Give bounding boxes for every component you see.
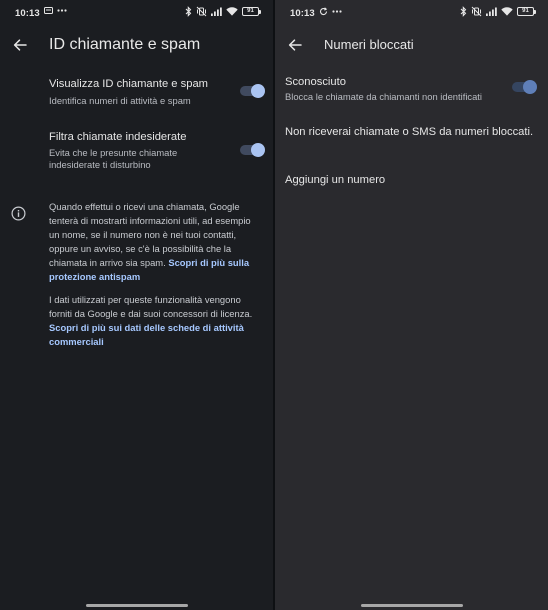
caller-id-spam-screen: 10:13 91 ID chiamante e spam Visualizza …: [0, 0, 273, 610]
setting-title: Visualizza ID chiamante e spam: [49, 78, 208, 90]
info-text: I dati utilizzati per queste funzionalit…: [49, 294, 253, 319]
home-handle[interactable]: [85, 604, 188, 607]
vibrate-off-icon: [471, 6, 482, 17]
setting-subtitle: Evita che le presunte chiamate indesider…: [49, 147, 178, 170]
sync-icon: [319, 7, 328, 16]
toggle-knob: [523, 80, 537, 94]
wifi-icon: [501, 7, 513, 16]
info-icon: [11, 206, 26, 221]
back-arrow-icon: [13, 39, 27, 51]
more-icon: [57, 9, 67, 12]
battery-icon: 91: [242, 7, 261, 16]
toggle-knob: [251, 84, 265, 98]
back-arrow-icon: [288, 39, 302, 51]
toggle-knob: [251, 143, 265, 157]
bluetooth-icon: [185, 6, 192, 17]
business-data-link[interactable]: Scopri di più sui dati delle schede di a…: [49, 322, 244, 347]
block-unknown-toggle[interactable]: [512, 80, 537, 94]
battery-icon: 91: [517, 7, 536, 16]
setting-title: Filtra chiamate indesiderate: [49, 131, 187, 143]
status-time: 10:13: [290, 8, 315, 19]
block-unknown-setting[interactable]: Sconosciuto Blocca le chiamate da chiama…: [275, 76, 548, 106]
back-button[interactable]: [8, 33, 32, 57]
bluetooth-icon: [460, 6, 467, 17]
caller-id-spam-toggle[interactable]: [240, 84, 265, 98]
setting-title: Sconosciuto: [285, 76, 346, 88]
info-paragraph-data: I dati utilizzati per queste funzionalit…: [49, 293, 261, 349]
status-bar: 10:13 91: [0, 0, 273, 26]
info-paragraph-spam: Quando effettui o ricevi una chiamata, G…: [49, 200, 261, 284]
status-bar: 10:13 91: [275, 0, 548, 26]
back-button[interactable]: [283, 33, 307, 57]
status-time: 10:13: [15, 8, 40, 19]
home-handle[interactable]: [360, 604, 463, 607]
gesture-nav-bar: [0, 598, 273, 610]
wifi-icon: [226, 7, 238, 16]
filter-spam-toggle[interactable]: [240, 143, 265, 157]
vibrate-off-icon: [196, 6, 207, 17]
caller-id-spam-setting[interactable]: Visualizza ID chiamante e spam Identific…: [0, 78, 273, 112]
blocked-notice: Non riceverai chiamate o SMS da numeri b…: [285, 126, 534, 138]
more-icon: [332, 10, 342, 13]
page-title: ID chiamante e spam: [49, 36, 201, 53]
signal-icon: [486, 7, 497, 16]
message-icon: [44, 7, 53, 14]
app-bar: ID chiamante e spam: [0, 26, 273, 66]
gesture-nav-bar: [275, 598, 548, 610]
setting-subtitle: Blocca le chiamate da chiamanti non iden…: [285, 91, 482, 102]
add-number-button[interactable]: Aggiungi un numero: [285, 174, 385, 186]
signal-icon: [211, 7, 222, 16]
setting-subtitle: Identifica numeri di attività e spam: [49, 95, 191, 106]
blocked-numbers-screen: 10:13 91 Numeri bloccati Sconosciuto Blo…: [275, 0, 548, 610]
page-title: Numeri bloccati: [324, 37, 414, 52]
app-bar: Numeri bloccati: [275, 26, 548, 66]
filter-spam-setting[interactable]: Filtra chiamate indesiderate Evita che l…: [0, 131, 273, 175]
